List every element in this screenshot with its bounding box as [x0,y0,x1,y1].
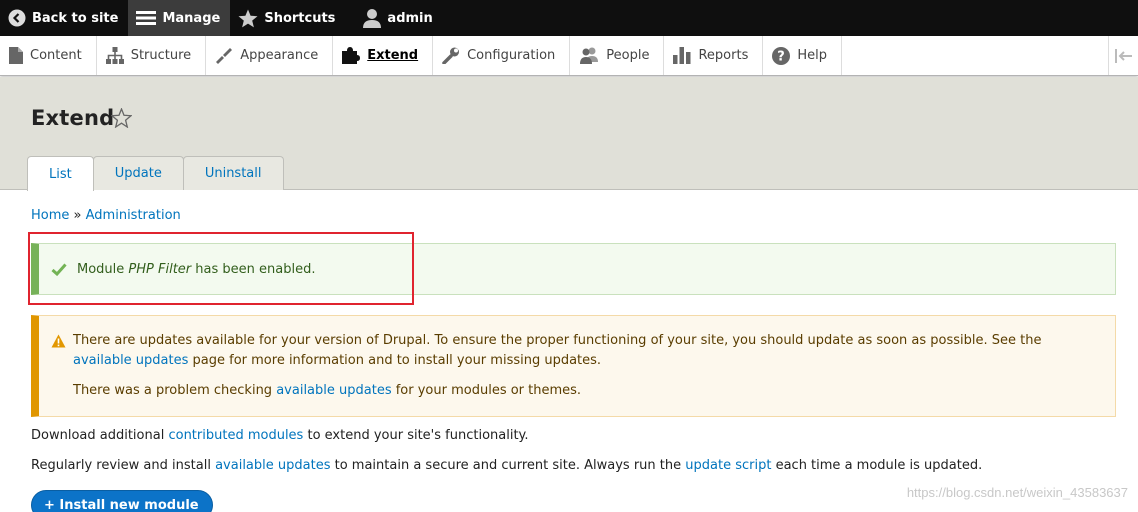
tray-item-help[interactable]: ? Help [763,36,842,75]
update-script-link[interactable]: update script [685,458,771,473]
tab-update[interactable]: Update [92,156,184,190]
warning-line-2-text-a: There was a problem checking [73,383,273,398]
page-header: Extend List Update Uninstall [0,77,1138,191]
add-shortcut-star-icon[interactable] [111,108,132,128]
p1-text-a: Download additional [31,428,165,443]
wrench-icon [442,47,460,64]
install-new-module-button[interactable]: + Install new module [31,490,213,512]
breadcrumb: Home » Administration [31,208,181,223]
manage-label: Manage [162,10,221,26]
breadcrumb-home-link[interactable]: Home [31,208,69,223]
back-to-site-label: Back to site [32,10,119,26]
available-updates-link-2[interactable]: available updates [276,383,391,398]
warning-line-2: There was a problem checking available u… [73,381,1095,401]
p2-text-b: to maintain a secure and current site. A… [334,458,682,473]
intro-paragraph-1: Download additional contributed modules … [31,428,529,443]
user-menu-button[interactable]: admin [345,0,442,36]
file-icon [9,47,23,64]
warning-line-1: There are updates available for your ver… [73,331,1095,371]
star-icon [238,9,258,27]
hamburger-icon [136,11,157,25]
warning-icon [51,334,66,348]
p1-text-b: to extend your site's functionality. [307,428,529,443]
manage-menu-button[interactable]: Manage [128,0,231,36]
tray-spacer [842,36,1108,75]
structure-icon [105,47,124,64]
tray-item-appearance[interactable]: Appearance [206,36,334,75]
breadcrumb-separator: » [73,208,82,223]
tray-item-configuration[interactable]: Configuration [433,36,571,75]
tray-item-extend[interactable]: Extend [333,36,434,75]
shortcuts-label: Shortcuts [264,10,336,26]
bar-chart-icon [673,47,691,64]
back-to-site-link[interactable]: Back to site [0,0,128,36]
page-title: Extend [31,106,115,130]
tray-label-content: Content [30,48,82,63]
user-icon [363,9,382,28]
tray-item-structure[interactable]: Structure [97,36,207,75]
warning-line-1-text-a: There are updates available for your ver… [73,333,1042,348]
tab-list[interactable]: List [27,156,94,191]
tray-item-people[interactable]: People [570,36,665,75]
tab-uninstall[interactable]: Uninstall [182,156,284,190]
shortcuts-button[interactable]: Shortcuts [230,0,345,36]
p2-text-c: each time a module is updated. [775,458,983,473]
available-updates-link-1[interactable]: available updates [73,353,188,368]
puzzle-icon [342,47,361,64]
tray-label-reports: Reports [698,48,749,63]
warning-line-2-text-b: for your modules or themes. [395,383,582,398]
admin-toolbar: Back to site Manage Shortcuts admin [0,0,1138,36]
tray-label-appearance: Appearance [240,48,319,63]
available-updates-link-3[interactable]: available updates [215,458,330,473]
people-icon [580,47,599,64]
tray-label-structure: Structure [130,48,192,63]
tray-item-content[interactable]: Content [0,36,97,75]
svg-text:?: ? [778,49,786,64]
intro-paragraph-2: Regularly review and install available u… [31,458,982,473]
red-highlight-annotation [28,232,414,305]
primary-tabs: List Update Uninstall [27,156,284,191]
tray-label-configuration: Configuration [467,48,556,63]
collapse-left-icon [1114,48,1132,63]
user-label: admin [387,10,433,26]
tray-label-help: Help [797,48,827,63]
paintbrush-icon [216,48,233,64]
contributed-modules-link[interactable]: contributed modules [168,428,303,443]
tray-orientation-toggle[interactable] [1108,36,1138,75]
tray-item-reports[interactable]: Reports [664,36,764,75]
tray-label-extend: Extend [367,48,419,63]
p2-text-a: Regularly review and install [31,458,211,473]
watermark: https://blog.csdn.net/weixin_43583637 [906,485,1128,500]
warning-line-1-text-b: page for more information and to install… [192,353,602,368]
breadcrumb-administration-link[interactable]: Administration [86,208,181,223]
tray-label-people: People [606,48,650,63]
warning-message: There are updates available for your ver… [31,315,1116,417]
back-arrow-icon [8,9,26,27]
help-icon: ? [772,46,791,65]
admin-tray: Content Structure Appearance Extend Conf… [0,36,1138,76]
